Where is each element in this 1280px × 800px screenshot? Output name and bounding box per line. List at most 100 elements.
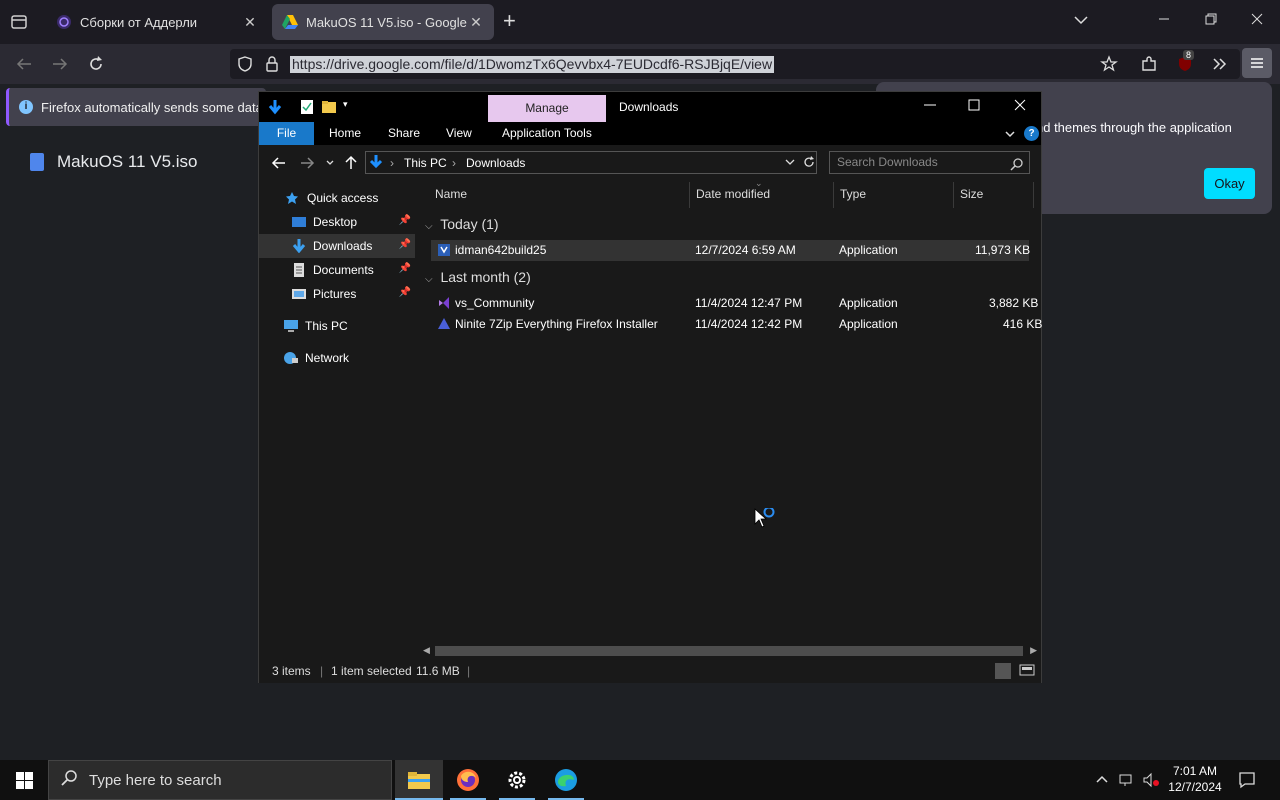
properties-icon[interactable] [299, 99, 315, 115]
ribbon-tab-view[interactable]: View [446, 122, 472, 145]
taskbar-settings[interactable] [493, 760, 541, 800]
tab-title: Сборки от Аддерли [80, 14, 198, 30]
lock-icon[interactable] [263, 55, 281, 73]
file-list: Name Date modified ⌄ Type Size ⌵ Today (… [417, 178, 1042, 656]
taskbar-firefox[interactable] [444, 760, 492, 800]
taskbar-search-input[interactable]: Type here to search [48, 760, 392, 800]
nav-quick-access[interactable]: Quick access [259, 186, 415, 210]
file-name: vs_Community [455, 296, 535, 310]
file-row[interactable]: vs_Community 11/4/2024 12:47 PM Applicat… [431, 293, 1038, 314]
maximize-icon[interactable] [967, 98, 981, 115]
path-box[interactable]: › This PC › Downloads [365, 151, 817, 174]
refresh-icon[interactable] [802, 155, 816, 172]
file-explorer-window: ▾ Manage Downloads File Home Share View … [258, 91, 1042, 683]
overflow-chevron-icon[interactable] [1210, 54, 1230, 74]
large-icons-view-icon[interactable] [1019, 663, 1035, 680]
recent-locations-chevron-icon[interactable] [325, 155, 335, 175]
nav-this-pc[interactable]: This PC [259, 314, 415, 338]
scroll-thumb[interactable] [435, 646, 1023, 656]
nav-downloads[interactable]: Downloads 📌 [259, 234, 415, 258]
extensions-puzzle-icon[interactable] [1139, 54, 1159, 74]
group-header-last-month[interactable]: ⌵ Last month (2) [425, 269, 531, 285]
tab-list-icon[interactable] [8, 11, 30, 33]
folder-icon [407, 770, 431, 793]
chevron-down-icon[interactable] [1073, 12, 1089, 31]
reload-icon[interactable] [86, 54, 106, 74]
nav-documents[interactable]: Documents 📌 [259, 258, 415, 282]
expand-ribbon-chevron-icon[interactable] [1004, 122, 1016, 145]
file-type: Application [839, 296, 898, 310]
details-view-icon[interactable] [995, 663, 1011, 679]
tab-google-drive[interactable]: MakuOS 11 V5.iso - Google Drive ✕ [272, 4, 494, 40]
scroll-right-icon[interactable]: ▶ [1030, 645, 1037, 656]
download-arrow-icon [368, 154, 384, 173]
file-size: 11,973 KB [975, 243, 1031, 257]
taskbar-file-explorer[interactable] [395, 760, 443, 800]
column-header-name[interactable]: Name [435, 187, 467, 201]
notifications-icon[interactable] [1238, 771, 1256, 792]
info-icon: i [19, 100, 33, 114]
nav-network[interactable]: Network [259, 346, 415, 370]
ribbon-tab-share[interactable]: Share [388, 122, 420, 145]
site-favicon-icon [56, 14, 72, 30]
file-row[interactable]: Ninite 7Zip Everything Firefox Installer… [431, 314, 1042, 335]
horizontal-scrollbar[interactable]: ◀ ▶ [421, 643, 1039, 659]
group-header-today[interactable]: ⌵ Today (1) [425, 216, 499, 232]
ribbon-tab-file[interactable]: File [259, 122, 314, 145]
search-icon [1010, 157, 1024, 175]
network-tray-icon[interactable] [1118, 772, 1136, 791]
back-arrow-icon[interactable] [14, 54, 34, 74]
column-header-date-modified[interactable]: Date modified [696, 187, 770, 201]
search-input[interactable]: Search Downloads [829, 151, 1030, 174]
forward-arrow-icon[interactable] [50, 54, 70, 74]
visual-studio-icon [437, 296, 451, 310]
hamburger-menu-icon[interactable] [1242, 48, 1272, 78]
show-hidden-icons-chevron-icon[interactable] [1095, 772, 1109, 789]
minimize-icon[interactable] [1157, 12, 1171, 29]
column-header-size[interactable]: Size [960, 187, 983, 201]
url-text[interactable]: https://drive.google.com/file/d/1DwomzTx… [290, 56, 775, 73]
new-tab-button[interactable]: + [503, 10, 516, 32]
file-row[interactable]: idman642build25 12/7/2024 6:59 AM Applic… [431, 240, 1031, 261]
drive-file-title: MakuOS 11 V5.iso [57, 152, 198, 171]
taskbar-edge[interactable] [542, 760, 590, 800]
scroll-left-icon[interactable]: ◀ [423, 645, 430, 656]
ribbon-tab-application-tools[interactable]: Application Tools [502, 122, 592, 145]
taskbar-clock[interactable]: 7:01 AM 12/7/2024 [1166, 763, 1224, 795]
volume-muted-icon[interactable] [1142, 772, 1160, 791]
ribbon-tab-home[interactable]: Home [329, 122, 361, 145]
back-arrow-icon[interactable] [271, 155, 287, 175]
close-icon[interactable] [1250, 12, 1264, 29]
address-bar[interactable]: https://drive.google.com/file/d/1DwomzTx… [230, 49, 1240, 79]
bookmark-star-icon[interactable] [1100, 55, 1118, 73]
windows-start-icon[interactable] [16, 772, 33, 789]
tab-close-icon[interactable]: ✕ [242, 14, 258, 31]
breadcrumb-separator-icon: › [452, 156, 456, 170]
breadcrumb-this-pc[interactable]: This PC [404, 156, 447, 170]
okay-button[interactable]: Okay [1204, 168, 1255, 199]
customize-toolbar-icon[interactable]: ▾ [343, 99, 359, 115]
new-folder-icon[interactable] [321, 99, 337, 115]
breadcrumb-downloads[interactable]: Downloads [466, 156, 525, 170]
restore-icon[interactable] [1204, 12, 1218, 29]
network-icon [283, 351, 299, 365]
file-date: 11/4/2024 12:42 PM [695, 317, 803, 331]
up-arrow-icon[interactable] [343, 155, 359, 175]
column-header-type[interactable]: Type [840, 187, 866, 201]
path-history-chevron-icon[interactable] [784, 155, 796, 172]
nav-desktop[interactable]: Desktop 📌 [259, 210, 415, 234]
close-icon[interactable] [1013, 98, 1027, 115]
forward-arrow-icon[interactable] [299, 155, 315, 175]
shield-icon[interactable] [236, 55, 254, 73]
manage-context-tab[interactable]: Manage [488, 95, 606, 122]
help-icon[interactable]: ? [1024, 126, 1039, 141]
minimize-icon[interactable] [923, 98, 937, 115]
ninite-icon [437, 317, 451, 331]
ribbon-tabs: File Home Share View Application Tools ? [259, 122, 1041, 145]
google-drive-icon [282, 14, 298, 30]
tab-close-icon[interactable]: ✕ [468, 14, 484, 31]
computer-icon [283, 319, 299, 333]
tab-adderly[interactable]: Сборки от Аддерли ✕ [46, 4, 268, 40]
pin-icon: 📌 [398, 215, 411, 226]
nav-pictures[interactable]: Pictures 📌 [259, 282, 415, 306]
